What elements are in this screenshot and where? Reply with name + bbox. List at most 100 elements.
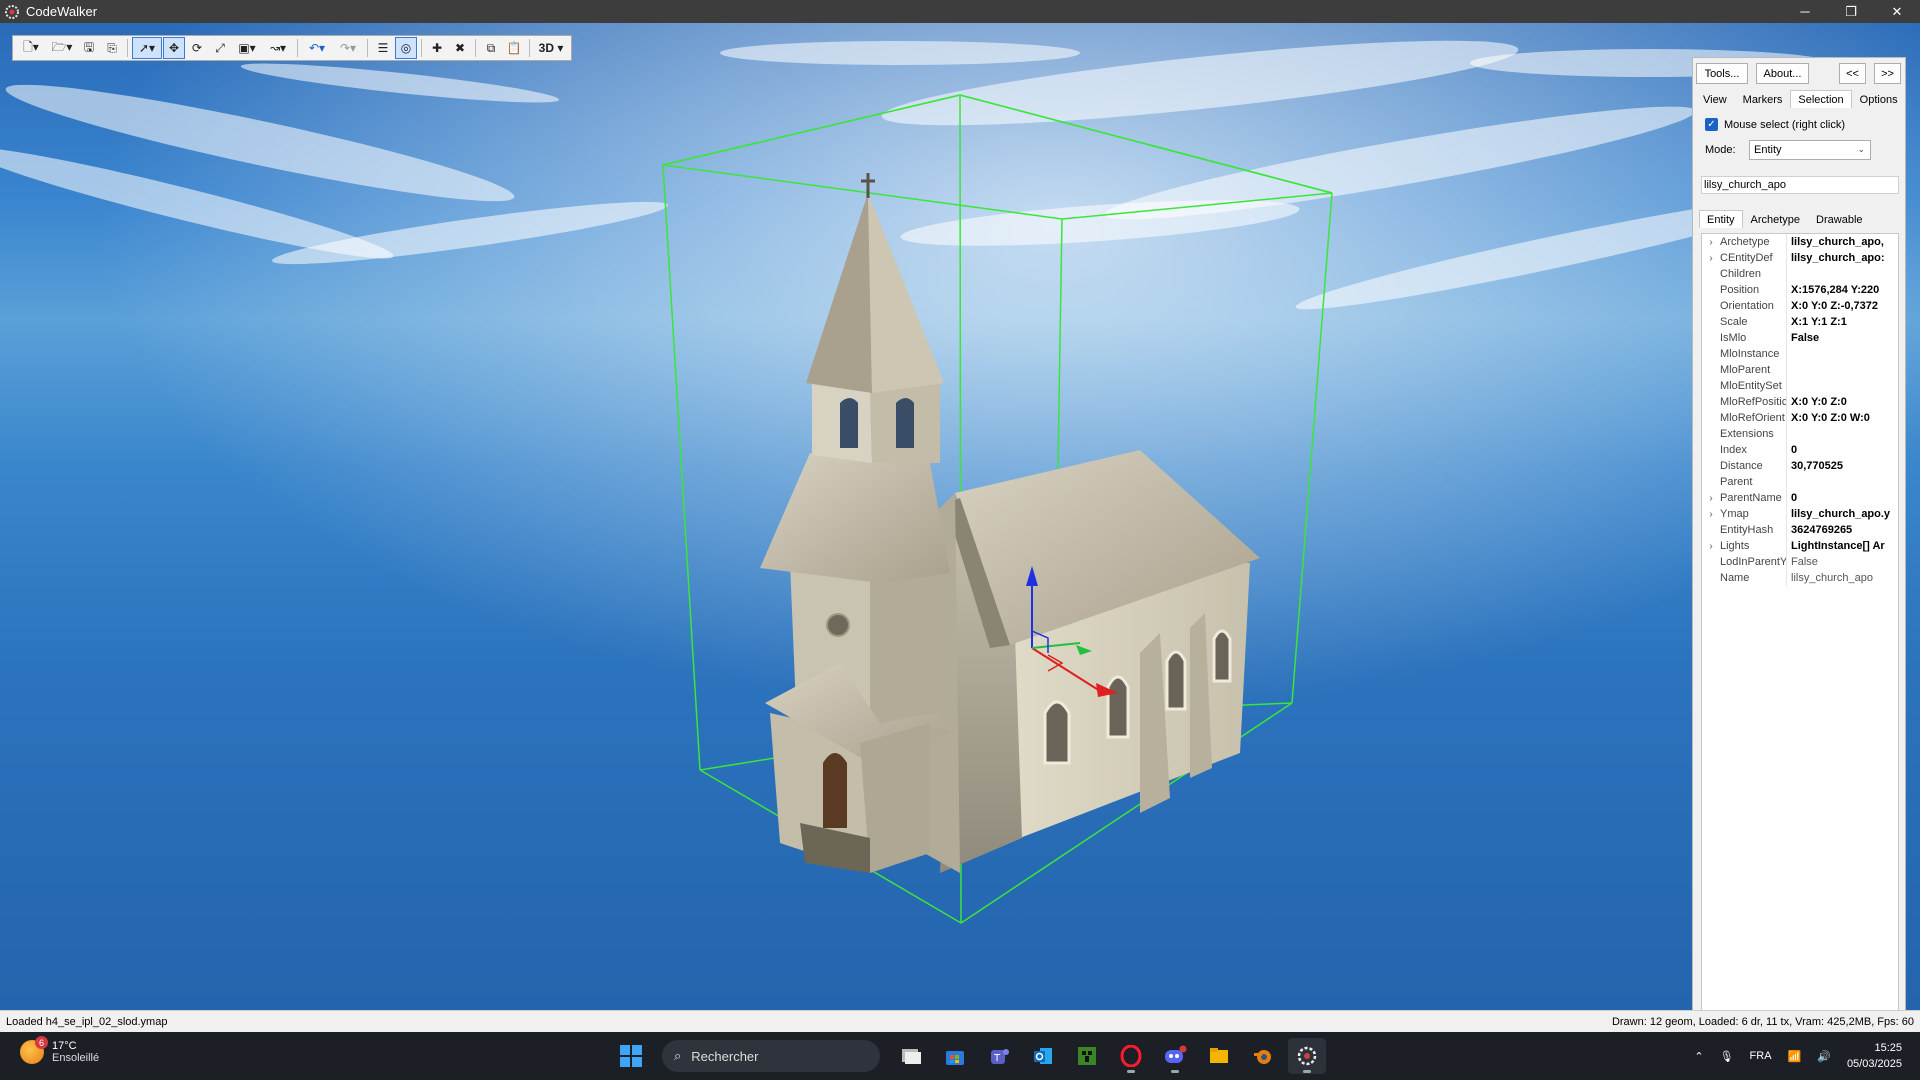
subtab-archetype[interactable]: Archetype — [1743, 210, 1809, 228]
property-value[interactable]: lilsy_church_apo, — [1786, 234, 1898, 250]
delete-entity-icon[interactable]: ✖ — [449, 37, 471, 59]
blender-icon[interactable] — [1244, 1038, 1282, 1074]
expand-chevron-icon[interactable]: › — [1702, 237, 1720, 248]
property-row[interactable]: Children — [1702, 266, 1898, 282]
opera-icon[interactable] — [1112, 1038, 1150, 1074]
language-indicator[interactable]: FRA — [1750, 1050, 1772, 1062]
store-icon[interactable] — [936, 1038, 974, 1074]
property-value[interactable] — [1786, 362, 1898, 378]
property-row[interactable]: › CEntityDef lilsy_church_apo: — [1702, 250, 1898, 266]
property-value[interactable]: lilsy_church_apo: — [1786, 250, 1898, 266]
property-row[interactable]: › Ymap lilsy_church_apo.y — [1702, 506, 1898, 522]
property-value[interactable]: 3624769265 — [1786, 522, 1898, 538]
move-tool-icon[interactable]: ✥ — [163, 37, 185, 59]
about-button[interactable]: About... — [1756, 63, 1809, 84]
property-row[interactable]: MloEntitySet — [1702, 378, 1898, 394]
chevron-up-icon[interactable]: ⌃ — [1694, 1050, 1703, 1063]
weather-widget[interactable]: 6 17°C Ensoleillé — [20, 1036, 99, 1064]
property-value[interactable]: lilsy_church_apo — [1786, 570, 1898, 586]
microphone-icon[interactable]: 🎙 — [1720, 1050, 1734, 1063]
tab-selection[interactable]: Selection — [1790, 90, 1852, 108]
undo-icon[interactable]: ↶▾ — [302, 37, 332, 59]
task-view-icon[interactable] — [892, 1038, 930, 1074]
save-icon[interactable]: 🖫 — [78, 37, 100, 59]
expand-chevron-icon[interactable]: › — [1702, 541, 1720, 552]
save-all-icon[interactable]: ⎘ — [101, 37, 123, 59]
property-row[interactable]: EntityHash 3624769265 — [1702, 522, 1898, 538]
property-value[interactable] — [1786, 346, 1898, 362]
discord-icon[interactable] — [1156, 1038, 1194, 1074]
property-value[interactable]: 30,770525 — [1786, 458, 1898, 474]
redo-icon[interactable]: ↷▾ — [333, 37, 363, 59]
property-row[interactable]: Index 0 — [1702, 442, 1898, 458]
property-value[interactable]: 0 — [1786, 490, 1898, 506]
3d-viewport[interactable]: 🗋▾ 🗁▾ 🖫 ⎘ ➚▾ ✥ ⟳ ⤢ ▣▾ ↝▾ ↶▾ ↷▾ ☰ ◎ ✚ ✖ ⧉… — [0, 23, 1920, 1010]
property-value[interactable]: False — [1786, 554, 1898, 570]
volume-icon[interactable]: 🔊 — [1817, 1050, 1831, 1063]
property-row[interactable]: Extensions — [1702, 426, 1898, 442]
tools-button[interactable]: Tools... — [1696, 63, 1748, 84]
property-value[interactable]: LightInstance[] Ar — [1786, 538, 1898, 554]
property-row[interactable]: Position X:1576,284 Y:220 — [1702, 282, 1898, 298]
wifi-icon[interactable]: 📶 — [1788, 1050, 1802, 1063]
view-mode-dropdown[interactable]: 3D ▾ — [534, 37, 568, 59]
clock[interactable]: 15:25 05/03/2025 — [1847, 1040, 1902, 1072]
collapse-button[interactable]: << — [1839, 63, 1866, 84]
new-file-icon[interactable]: 🗋▾ — [16, 37, 46, 59]
property-row[interactable]: Scale X:1 Y:1 Z:1 — [1702, 314, 1898, 330]
subtab-drawable[interactable]: Drawable — [1808, 210, 1870, 228]
property-row[interactable]: MloParent — [1702, 362, 1898, 378]
property-row[interactable]: MloInstance — [1702, 346, 1898, 362]
tab-view[interactable]: View — [1695, 90, 1735, 108]
file-explorer-icon[interactable] — [1200, 1038, 1238, 1074]
property-value[interactable]: X:0 Y:0 Z:0 — [1786, 394, 1898, 410]
copy-icon[interactable]: ⧉ — [480, 37, 502, 59]
restore-icon[interactable]: ❐ — [1828, 0, 1874, 23]
mouse-select-row[interactable]: ✓ Mouse select (right click) — [1705, 118, 1845, 131]
outlook-icon[interactable] — [1024, 1038, 1062, 1074]
property-value[interactable] — [1786, 266, 1898, 282]
mouse-select-checkbox[interactable]: ✓ — [1705, 118, 1718, 131]
snap-tool-icon[interactable]: ▣▾ — [232, 37, 262, 59]
property-row[interactable]: Parent — [1702, 474, 1898, 490]
property-value[interactable]: lilsy_church_apo.y — [1786, 506, 1898, 522]
property-row[interactable]: › ParentName 0 — [1702, 490, 1898, 506]
property-value[interactable] — [1786, 474, 1898, 490]
property-value[interactable] — [1786, 426, 1898, 442]
scale-tool-icon[interactable]: ⤢ — [209, 37, 231, 59]
property-value[interactable]: X:0 Y:0 Z:-0,7372 — [1786, 298, 1898, 314]
expand-button[interactable]: >> — [1874, 63, 1901, 84]
start-button[interactable] — [612, 1038, 650, 1074]
pointer-tool-icon[interactable]: ➚▾ — [132, 37, 162, 59]
taskbar-search[interactable]: ⌕ Rechercher — [662, 1040, 880, 1072]
tab-markers[interactable]: Markers — [1735, 90, 1791, 108]
property-row[interactable]: Orientation X:0 Y:0 Z:-0,7372 — [1702, 298, 1898, 314]
property-value[interactable]: X:1576,284 Y:220 — [1786, 282, 1898, 298]
add-entity-icon[interactable]: ✚ — [426, 37, 448, 59]
property-value[interactable] — [1786, 378, 1898, 394]
info-window-icon[interactable]: ☰ — [372, 37, 394, 59]
minimize-icon[interactable]: ─ — [1782, 0, 1828, 23]
property-value[interactable]: False — [1786, 330, 1898, 346]
property-row[interactable]: LodInParentY False — [1702, 554, 1898, 570]
rotate-tool-icon[interactable]: ⟳ — [186, 37, 208, 59]
minecraft-icon[interactable] — [1068, 1038, 1106, 1074]
property-value[interactable]: X:1 Y:1 Z:1 — [1786, 314, 1898, 330]
subtab-entity[interactable]: Entity — [1699, 210, 1743, 228]
property-row[interactable]: › Lights LightInstance[] Ar — [1702, 538, 1898, 554]
property-grid[interactable]: › Archetype lilsy_church_apo, › CEntityDef li… — [1701, 233, 1899, 1010]
property-value[interactable]: X:0 Y:0 Z:0 W:0 — [1786, 410, 1898, 426]
property-row[interactable]: Name lilsy_church_apo — [1702, 570, 1898, 586]
open-file-icon[interactable]: 🗁▾ — [47, 37, 77, 59]
property-row[interactable]: MloRefPositic X:0 Y:0 Z:0 — [1702, 394, 1898, 410]
paste-icon[interactable]: 📋 — [503, 37, 525, 59]
selected-name-field[interactable]: lilsy_church_apo — [1701, 176, 1899, 194]
teams-icon[interactable]: T — [980, 1038, 1018, 1074]
mode-select[interactable]: Entity ⌄ — [1749, 140, 1871, 160]
property-row[interactable]: IsMlo False — [1702, 330, 1898, 346]
tab-options[interactable]: Options — [1852, 90, 1906, 108]
property-value[interactable]: 0 — [1786, 442, 1898, 458]
expand-chevron-icon[interactable]: › — [1702, 493, 1720, 504]
property-row[interactable]: Distance 30,770525 — [1702, 458, 1898, 474]
expand-chevron-icon[interactable]: › — [1702, 253, 1720, 264]
